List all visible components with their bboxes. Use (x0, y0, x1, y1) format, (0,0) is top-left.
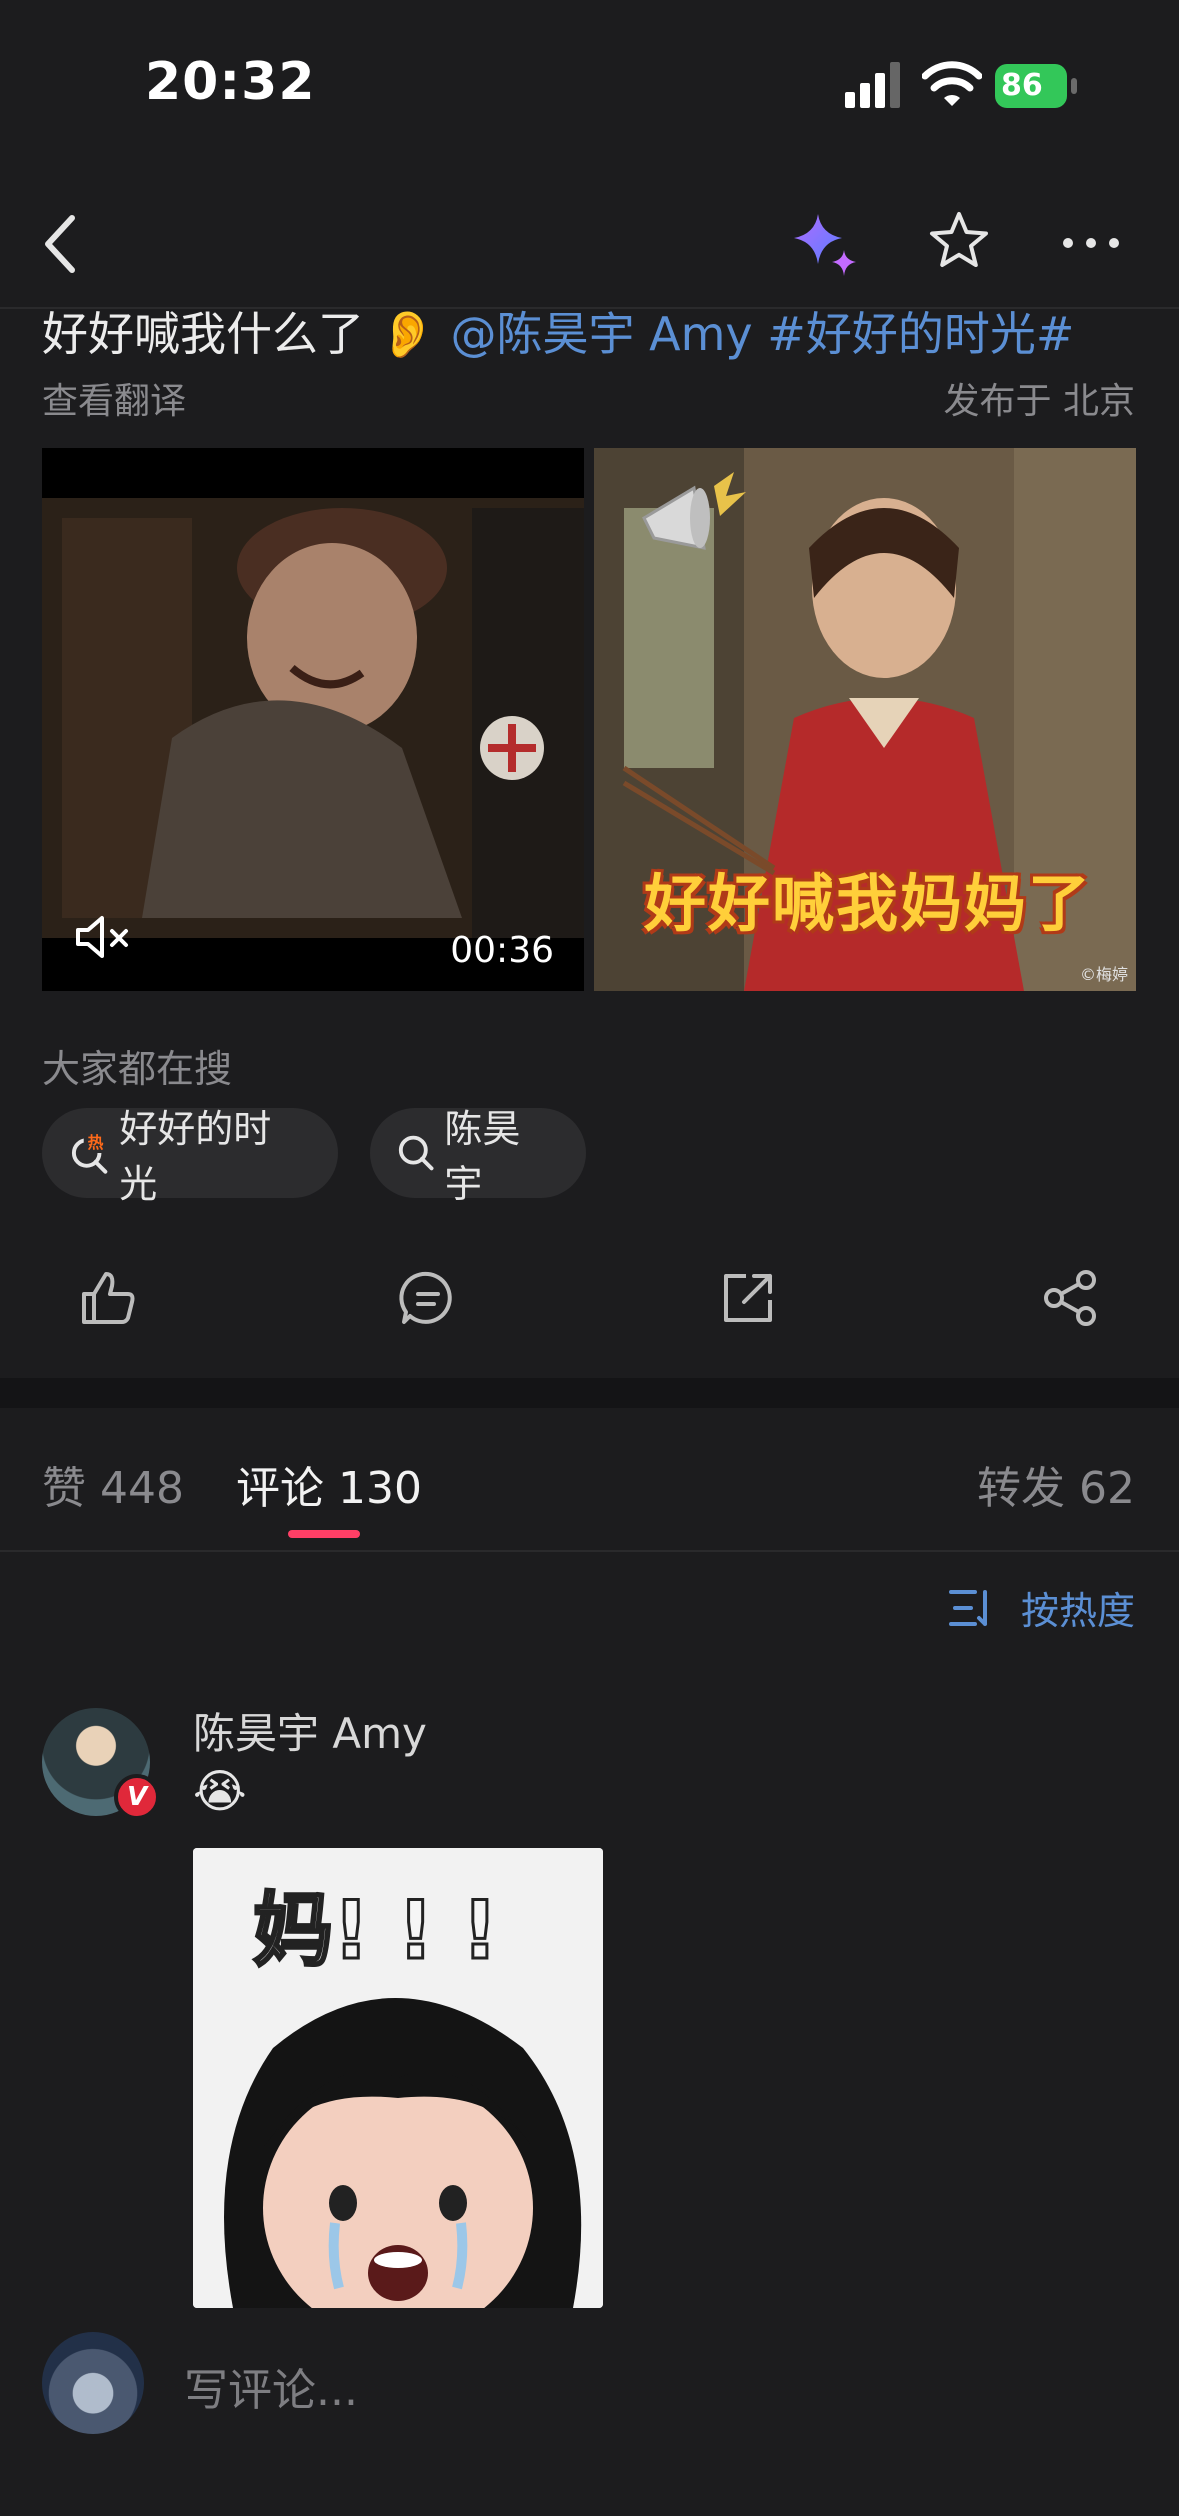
search-chip[interactable]: 陈昊宇 (370, 1107, 586, 1206)
like-icon[interactable] (78, 1268, 138, 1328)
hot-badge: 热 (88, 1133, 104, 1152)
my-avatar[interactable] (42, 2332, 144, 2434)
crying-girl-sticker: 妈! ! ! (193, 1848, 603, 2308)
comment-input[interactable]: 写评论... (184, 2354, 358, 2418)
status-time: 20:32 (145, 52, 316, 112)
battery-level: 86 (1001, 68, 1043, 103)
mute-icon[interactable] (74, 913, 134, 961)
tab-reposts[interactable]: 转发 62 (977, 1452, 1135, 1516)
share-external-icon[interactable] (718, 1268, 778, 1328)
comment-sticker-image[interactable]: 妈! ! ! (193, 1848, 603, 2308)
video-duration: 00:36 (450, 930, 554, 971)
verified-badge: V (114, 1774, 160, 1820)
image-watermark: ©梅婷 (1079, 965, 1128, 984)
tab-comments[interactable]: 评论 130 (236, 1452, 422, 1516)
cellular-signal-icon (845, 62, 900, 108)
search-chip-label: 好好的时光 (119, 1107, 272, 1206)
search-chip-hot[interactable]: 热 好好的时光 (42, 1107, 338, 1206)
active-tab-indicator (288, 1530, 360, 1538)
battery-indicator: 86 (995, 64, 1077, 108)
image-caption: 好好喊我妈妈了 (644, 867, 1093, 940)
comment-composer-bar (0, 2308, 1179, 2516)
sort-label: 按热度 (1020, 1589, 1135, 1633)
search-icon (398, 1135, 434, 1171)
ai-sparkle-icon[interactable] (790, 210, 860, 280)
trending-title: 大家都在搜 (42, 1047, 233, 1091)
post-text: 好好喊我什么了 👂 @陈昊宇 Amy #好好的时光# (42, 298, 1074, 364)
tab-divider (0, 1550, 1179, 1552)
video-thumbnail[interactable]: 00:36 (42, 448, 584, 991)
ear-emoji: 👂 (378, 307, 436, 361)
commenter-name[interactable]: 陈昊宇 Amy (193, 1700, 427, 1761)
translate-link[interactable]: 查看翻译 (42, 372, 186, 424)
sort-button[interactable]: 按热度 (948, 1580, 1135, 1635)
back-icon[interactable] (40, 212, 80, 276)
search-chip-label: 陈昊宇 (444, 1107, 521, 1206)
hashtag-link[interactable]: #好好的时光# (767, 307, 1074, 361)
mention-link[interactable]: @陈昊宇 Amy (451, 307, 753, 361)
comment-icon[interactable] (398, 1268, 458, 1328)
favorite-star-icon[interactable] (928, 210, 990, 272)
post-text-body: 好好喊我什么了 (42, 307, 364, 361)
post-location: 发布于 北京 (943, 381, 1135, 422)
sticker-text: 妈! ! ! (253, 1884, 498, 1977)
tab-likes[interactable]: 赞 448 (42, 1452, 184, 1516)
video-frame-image (42, 448, 584, 991)
section-separator (0, 1378, 1179, 1408)
share-icon[interactable] (1040, 1268, 1100, 1328)
more-options-icon[interactable] (1060, 228, 1122, 258)
hot-search-icon: 热 (71, 1131, 108, 1174)
megaphone-icon (642, 472, 746, 550)
comment-emoji: 😭 (193, 1764, 247, 1818)
wifi-icon (922, 61, 982, 106)
post-image[interactable]: 好好喊我妈妈了 ©梅婷 (594, 448, 1136, 991)
sort-icon (948, 1589, 987, 1626)
